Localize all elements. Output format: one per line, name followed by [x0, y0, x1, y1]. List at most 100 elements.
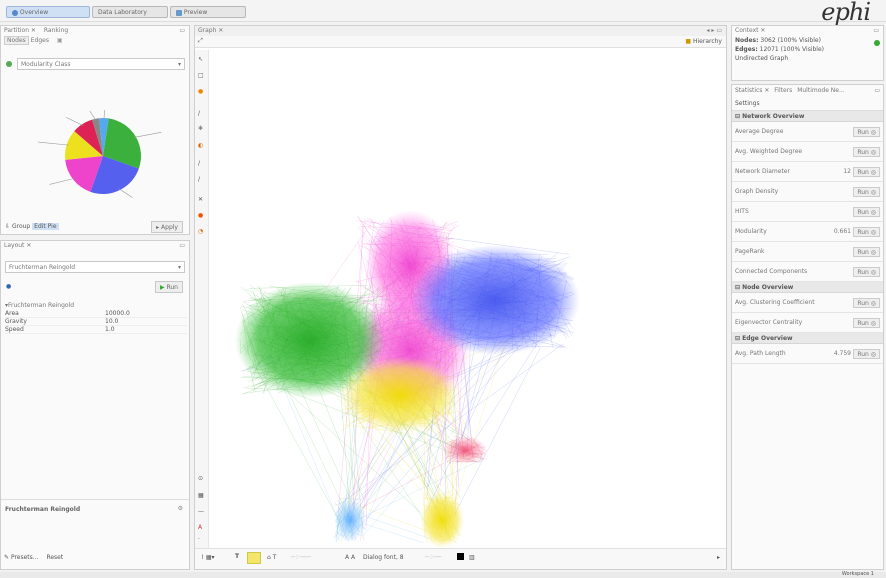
- partition-pie-chart: [38, 109, 162, 198]
- brush-icon[interactable]: ✱: [198, 125, 208, 133]
- pencil-icon[interactable]: /: [198, 110, 208, 118]
- property-name: Speed: [5, 326, 24, 333]
- run-statistic-button[interactable]: Run ◎: [853, 318, 880, 328]
- graph-header: Graph ✕ ◂ ▸ ▭: [195, 26, 726, 36]
- window-controls-icon[interactable]: ◂ ▸ ▭: [706, 26, 722, 35]
- graph-bottom-bar: ⌇ ▦▾ T ⌂ T ─♢─── A A Dialog font, 8 ─♢──…: [195, 548, 726, 569]
- statistic-value: 0.661: [833, 228, 851, 235]
- property-row[interactable]: Gravity 10.0: [5, 318, 187, 326]
- pie-leader-line: [118, 188, 133, 198]
- statistic-name: Connected Components: [735, 268, 808, 275]
- partition-tab[interactable]: Partition: [4, 27, 29, 34]
- properties-table: Area 10000.0 Gravity 10.0 Speed 1.0: [5, 310, 187, 334]
- size-icon[interactable]: ◔: [198, 228, 208, 236]
- statistics-section-header[interactable]: ⊟ Edge Overview: [732, 333, 883, 344]
- graph-panel: Graph ✕ ◂ ▸ ▭ ⤢ ■ Hierarchy ↖ □ ● / ✱ ◐ …: [194, 25, 727, 570]
- chevron-down-icon: ▾: [177, 264, 181, 271]
- run-statistic-button[interactable]: Run ◎: [853, 167, 880, 177]
- drag-icon[interactable]: ●: [198, 88, 208, 96]
- apply-icon: ▸: [156, 224, 160, 231]
- run-statistic-button[interactable]: Run ◎: [853, 267, 880, 277]
- property-row[interactable]: Area 10000.0: [5, 310, 187, 318]
- property-name: Gravity: [5, 318, 27, 325]
- shortest-path-icon[interactable]: ●: [198, 212, 208, 220]
- run-layout-button[interactable]: ▶ Run: [154, 281, 183, 293]
- tab-data-laboratory[interactable]: Data Laboratory: [92, 6, 168, 18]
- run-statistic-button[interactable]: Run ◎: [853, 207, 880, 217]
- app-logo: ephi: [821, 0, 871, 26]
- heatmap-icon[interactable]: ✕: [198, 196, 208, 204]
- pie-leader-line: [66, 117, 84, 127]
- edit-pie-button[interactable]: Edit Pie: [32, 223, 59, 230]
- layout-select[interactable]: Fruchterman Reingold ▾: [5, 261, 185, 273]
- run-statistic-button[interactable]: Run ◎: [853, 127, 880, 137]
- property-row[interactable]: Speed 1.0: [5, 326, 187, 334]
- reset-button[interactable]: Reset: [46, 554, 63, 561]
- property-value: 10.0: [105, 318, 119, 325]
- workspace-label[interactable]: Workspace 1: [842, 571, 874, 577]
- statistics-section-header[interactable]: ⊟ Network Overview: [732, 111, 883, 122]
- label-icon[interactable]: [247, 552, 261, 564]
- run-statistic-button[interactable]: Run ◎: [853, 298, 880, 308]
- font-icon[interactable]: ⌂ T: [267, 554, 276, 561]
- select-icon[interactable]: ⤢: [198, 37, 203, 45]
- cursor-icon[interactable]: ↖: [198, 56, 208, 64]
- tab-overview[interactable]: Overview: [6, 6, 90, 18]
- size-slider[interactable]: ─♢───: [291, 554, 311, 561]
- color-swatch[interactable]: [457, 553, 464, 560]
- text-color-icon[interactable]: A: [198, 524, 208, 532]
- presets-bar: ✎ Presets... Reset: [4, 554, 63, 561]
- text-toggle-icon[interactable]: T: [235, 553, 239, 560]
- presets-icon: ✎: [4, 554, 10, 561]
- tab-statistics[interactable]: Statistics: [735, 87, 762, 94]
- expand-icon[interactable]: ▸: [717, 554, 720, 561]
- minimize-icon[interactable]: ▭: [179, 26, 185, 35]
- network-graph[interactable]: [210, 50, 726, 550]
- run-statistic-button[interactable]: Run ◎: [853, 227, 880, 237]
- layout-header: Layout ✕ ▭: [4, 241, 185, 250]
- statistic-value: 12: [843, 168, 851, 175]
- hierarchy-toggle[interactable]: ■ Hierarchy: [685, 38, 722, 45]
- info-icon[interactable]: ●: [6, 283, 11, 290]
- tab-nodes[interactable]: Nodes: [4, 36, 29, 45]
- minimize-icon[interactable]: ▭: [874, 85, 880, 97]
- fit-icon[interactable]: ▥: [469, 554, 475, 561]
- ranking-tab[interactable]: Ranking: [44, 27, 68, 34]
- presets-button[interactable]: Presets...: [11, 554, 39, 561]
- statistics-list: ⊟ Network Overview Average Degree Run ◎ Avg…: [732, 111, 883, 364]
- zoom-icon[interactable]: ·: [198, 536, 208, 544]
- run-statistic-button[interactable]: Run ◎: [853, 349, 880, 359]
- group-control[interactable]: ⇩ Group Edit Pie: [5, 223, 59, 230]
- tab-filters[interactable]: Filters: [774, 87, 792, 94]
- edge-pencil-icon[interactable]: /: [198, 160, 208, 168]
- node-pencil-icon[interactable]: /: [198, 176, 208, 184]
- tab-preview[interactable]: Preview: [170, 6, 246, 18]
- minimize-icon[interactable]: ▭: [873, 26, 879, 35]
- status-ok-icon: [874, 40, 880, 46]
- rectangle-select-icon[interactable]: □: [198, 72, 208, 80]
- run-statistic-button[interactable]: Run ◎: [853, 247, 880, 257]
- statistics-settings[interactable]: Settings: [732, 97, 883, 111]
- apply-button[interactable]: ▸ Apply: [151, 221, 183, 233]
- edge-toggle-icon[interactable]: ⌇ ▦▾: [201, 554, 215, 561]
- partition-header: Partition ✕ Ranking ▭: [4, 26, 185, 35]
- center-icon[interactable]: ▦: [198, 492, 208, 500]
- run-statistic-button[interactable]: Run ◎: [853, 147, 880, 157]
- nodes-edges-tabs: Nodes Edges ▣: [1, 36, 189, 46]
- partition-param-select[interactable]: Modularity Class ▾: [17, 58, 185, 70]
- context-info: Nodes: 3062 (100% Visible) Edges: 12071 …: [735, 37, 824, 62]
- screenshot-icon[interactable]: ⊙: [198, 475, 208, 483]
- dialog-font-label: Dialog font, 8: [363, 554, 404, 561]
- tab-multimode[interactable]: Multimode Ne...: [797, 87, 845, 94]
- minimize-icon[interactable]: ▭: [179, 241, 185, 250]
- settings-icon[interactable]: ⚙: [178, 505, 183, 512]
- painter-icon[interactable]: ◐: [198, 142, 208, 150]
- run-statistic-button[interactable]: Run ◎: [853, 187, 880, 197]
- refresh-icon[interactable]: ▣: [57, 37, 63, 44]
- graph-edge: [452, 347, 541, 518]
- font-slider[interactable]: ─♢──: [425, 554, 441, 561]
- statistics-section-header[interactable]: ⊟ Node Overview: [732, 282, 883, 293]
- tab-edges[interactable]: Edges: [31, 37, 49, 44]
- font-size-controls[interactable]: A A: [345, 554, 355, 561]
- reset-zoom-icon[interactable]: —: [198, 508, 208, 516]
